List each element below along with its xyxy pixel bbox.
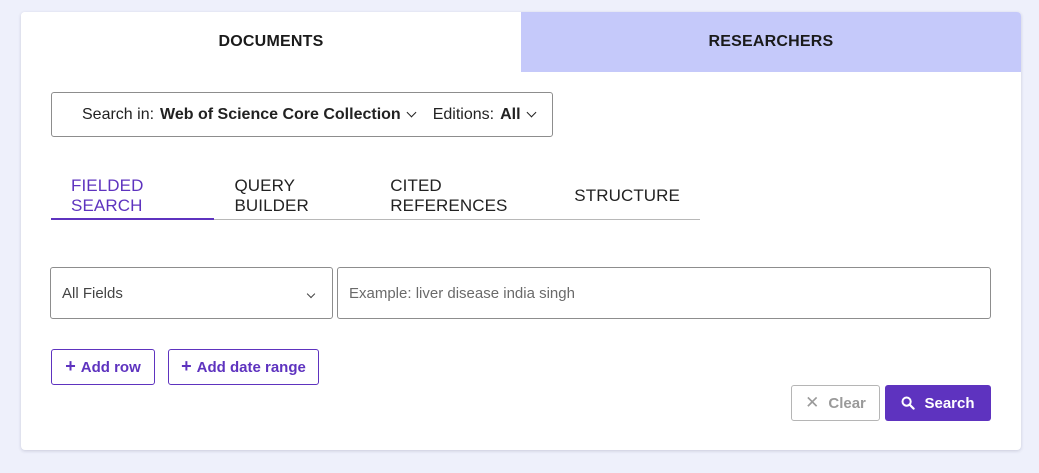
tab-fielded-search-label: FIELDED SEARCH [71,175,144,215]
plus-icon: + [65,356,76,376]
close-icon: ✕ [805,393,820,412]
tab-documents-label: DOCUMENTS [218,33,324,50]
tab-researchers[interactable]: RESEARCHERS [521,12,1021,72]
clear-label: Clear [828,394,866,412]
search-in-label: Search in: [82,105,155,123]
field-select-value: All Fields [62,284,123,302]
tab-structure[interactable]: STRUCTURE [554,172,700,219]
search-scope-selector: Search in: Web of Science Core Collectio… [51,92,553,137]
add-date-range-label: Add date range [196,358,306,376]
add-row-button[interactable]: + Add row [51,349,155,385]
clear-button[interactable]: ✕ Clear [791,385,880,421]
tab-query-builder-label: QUERY BUILDER [234,175,309,215]
editions-value: All [500,105,521,123]
tab-cited-references[interactable]: CITED REFERENCES [370,172,554,219]
tab-cited-references-label: CITED REFERENCES [390,175,508,215]
tab-fielded-search[interactable]: FIELDED SEARCH [51,172,215,220]
chevron-down-icon [306,289,316,299]
editions-dropdown[interactable]: Editions: All [432,105,536,124]
search-button[interactable]: Search [885,385,991,421]
plus-icon: + [181,356,192,376]
chevron-down-icon [406,107,417,118]
search-in-dropdown[interactable]: Search in: Web of Science Core Collectio… [82,105,417,124]
search-in-value: Web of Science Core Collection [160,105,401,123]
tab-researchers-label: RESEARCHERS [708,33,834,50]
editions-label: Editions: [432,105,495,123]
top-tabs: DOCUMENTS RESEARCHERS [21,12,1021,72]
search-icon [901,396,916,410]
search-card: DOCUMENTS RESEARCHERS Search in: Web of … [21,12,1021,450]
search-input[interactable] [337,267,991,319]
search-type-tabs: FIELDED SEARCH QUERY BUILDER CITED REFER… [51,172,700,220]
tab-documents[interactable]: DOCUMENTS [21,12,521,72]
tab-structure-label: STRUCTURE [574,185,680,205]
chevron-down-icon [526,107,536,118]
add-date-range-button[interactable]: + Add date range [168,349,319,385]
add-row-label: Add row [80,358,141,376]
field-select[interactable]: All Fields [50,267,333,319]
search-label: Search [924,394,975,412]
tab-query-builder[interactable]: QUERY BUILDER [214,172,370,219]
